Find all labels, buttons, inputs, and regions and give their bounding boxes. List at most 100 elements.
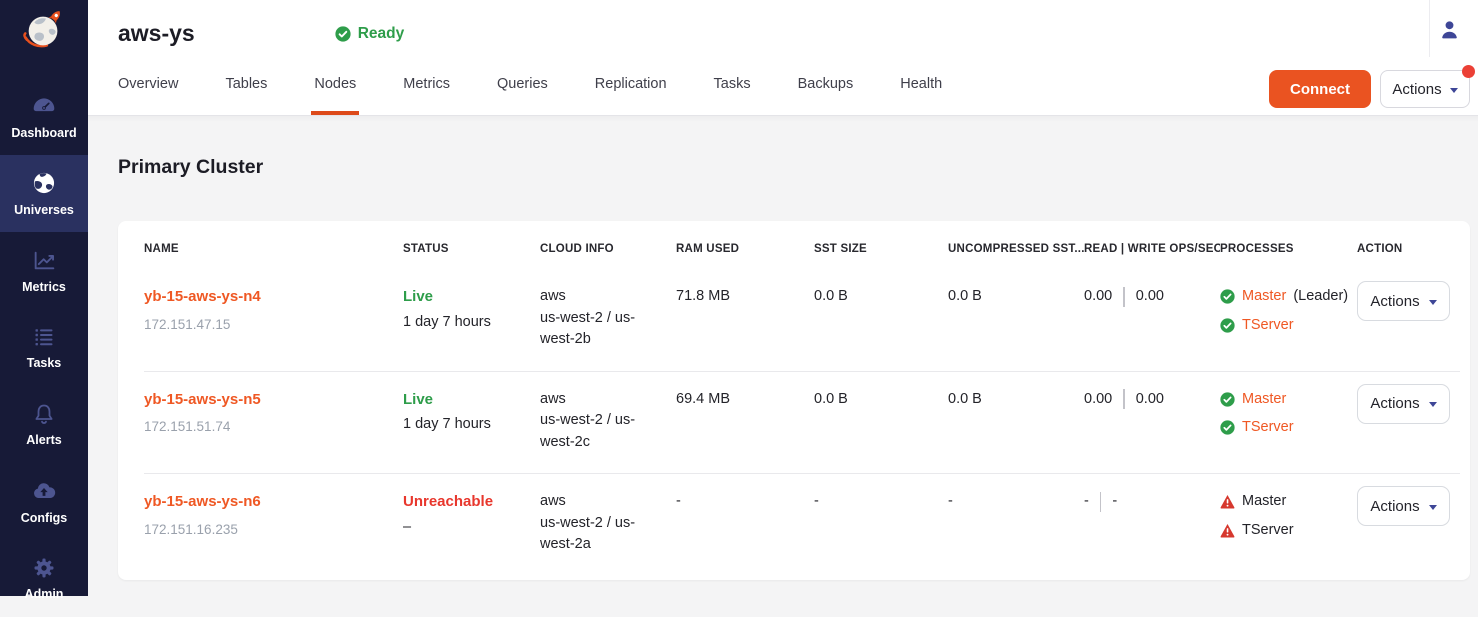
- process-master-link[interactable]: Master: [1242, 286, 1286, 308]
- tab-queries[interactable]: Queries: [497, 76, 548, 115]
- speedometer-icon: [31, 93, 57, 119]
- tab-overview[interactable]: Overview: [118, 76, 178, 115]
- main-area: aws-ys Ready Overview: [88, 0, 1478, 596]
- user-profile-button[interactable]: [1438, 18, 1461, 46]
- node-ip: 172.151.51.74: [144, 416, 395, 438]
- node-read-write-ops: 0.00 0.00: [1084, 389, 1212, 411]
- node-actions-button[interactable]: Actions: [1357, 384, 1450, 424]
- tab-nodes[interactable]: Nodes: [314, 76, 356, 115]
- col-read-write-ops: READ | WRITE OPS/SEC: [1084, 221, 1220, 269]
- check-circle-icon: [1220, 392, 1235, 407]
- section-title: Primary Cluster: [118, 156, 1470, 179]
- col-ram-used: RAM USED: [676, 221, 814, 269]
- tab-metrics[interactable]: Metrics: [403, 76, 450, 115]
- node-uncompressed-sst: 0.0 B: [948, 371, 1084, 474]
- table-row: yb-15-aws-ys-n5 172.151.51.74 Live 1 day…: [144, 371, 1460, 474]
- tab-replication[interactable]: Replication: [595, 76, 667, 115]
- warning-triangle-icon: [1220, 494, 1235, 509]
- sidebar-item-universes[interactable]: Universes: [0, 155, 88, 232]
- user-icon: [1438, 18, 1461, 41]
- sidebar-nav: Dashboard Universes: [0, 78, 88, 617]
- tab-tasks[interactable]: Tasks: [714, 76, 751, 115]
- nodes-table: NAME STATUS CLOUD INFO RAM USED SST SIZE…: [144, 221, 1460, 576]
- node-ram-used: 69.4 MB: [676, 371, 814, 474]
- node-name-link[interactable]: yb-15-aws-ys-n6: [144, 491, 395, 513]
- node-region-az: us-west-2 / us-west-2c: [540, 410, 640, 453]
- sidebar-item-metrics[interactable]: Metrics: [0, 232, 88, 309]
- chart-icon: [32, 248, 57, 273]
- chevron-down-icon: [1429, 402, 1437, 407]
- gear-icon: [32, 556, 56, 580]
- sidebar-item-label: Metrics: [22, 280, 66, 294]
- process-master: Master: [1220, 389, 1349, 411]
- app-logo[interactable]: [0, 0, 88, 54]
- check-circle-icon: [335, 26, 351, 42]
- node-region-az: us-west-2 / us-west-2b: [540, 308, 640, 351]
- globe-icon: [31, 170, 57, 196]
- node-uptime: 1 day 7 hours: [403, 312, 532, 334]
- universe-title: aws-ys: [118, 20, 195, 47]
- sidebar-item-label: Tasks: [27, 356, 62, 370]
- node-cloud-provider: aws: [540, 491, 668, 513]
- header-divider: [1429, 0, 1430, 57]
- notification-dot: [1462, 65, 1475, 78]
- node-name-link[interactable]: yb-15-aws-ys-n4: [144, 286, 395, 308]
- col-uncompressed-sst: UNCOMPRESSED SST...: [948, 221, 1084, 269]
- ops-separator: [1123, 389, 1125, 409]
- sidebar-item-dashboard[interactable]: Dashboard: [0, 78, 88, 155]
- sidebar-item-label: Dashboard: [11, 126, 76, 140]
- node-ip: 172.151.16.235: [144, 519, 395, 541]
- sidebar-item-label: Admin: [25, 587, 64, 601]
- check-circle-icon: [1220, 420, 1235, 435]
- universe-actions-button[interactable]: Actions: [1380, 70, 1470, 108]
- node-ram-used: -: [676, 474, 814, 576]
- process-tserver-link[interactable]: TServer: [1242, 315, 1294, 337]
- node-read-write-ops: 0.00 0.00: [1084, 286, 1212, 308]
- node-actions-button[interactable]: Actions: [1357, 281, 1450, 321]
- node-region-az: us-west-2 / us-west-2a: [540, 513, 640, 556]
- app-root: Dashboard Universes: [0, 0, 1478, 596]
- node-cloud-provider: aws: [540, 389, 668, 411]
- tab-health[interactable]: Health: [900, 76, 942, 115]
- table-header-row: NAME STATUS CLOUD INFO RAM USED SST SIZE…: [144, 221, 1460, 269]
- process-master: Master: [1220, 491, 1349, 513]
- node-actions-label: Actions: [1370, 395, 1419, 412]
- node-actions-button[interactable]: Actions: [1357, 486, 1450, 526]
- node-status: Live: [403, 389, 532, 411]
- universe-header: aws-ys Ready Overview: [88, 0, 1478, 116]
- node-name-link[interactable]: yb-15-aws-ys-n5: [144, 389, 395, 411]
- write-ops: 0.00: [1136, 389, 1164, 411]
- sidebar: Dashboard Universes: [0, 0, 88, 596]
- universe-status-label: Ready: [358, 25, 405, 43]
- process-master-label: Master: [1242, 491, 1286, 513]
- universe-actions-label: Actions: [1392, 81, 1441, 98]
- check-circle-icon: [1220, 318, 1235, 333]
- node-sst-size: 0.0 B: [814, 269, 948, 371]
- node-uncompressed-sst: -: [948, 474, 1084, 576]
- tab-backups[interactable]: Backups: [798, 76, 854, 115]
- process-tserver-label: TServer: [1242, 520, 1294, 542]
- process-leader-suffix: (Leader): [1293, 286, 1348, 308]
- sidebar-item-admin[interactable]: Admin: [0, 540, 88, 617]
- sidebar-item-alerts[interactable]: Alerts: [0, 386, 88, 463]
- col-processes: PROCESSES: [1220, 221, 1357, 269]
- sidebar-item-label: Universes: [14, 203, 74, 217]
- node-status: Unreachable: [403, 491, 532, 513]
- node-status: Live: [403, 286, 532, 308]
- sidebar-item-tasks[interactable]: Tasks: [0, 309, 88, 386]
- process-tserver: TServer: [1220, 520, 1349, 542]
- tab-tables[interactable]: Tables: [225, 76, 267, 115]
- node-uncompressed-sst: 0.0 B: [948, 269, 1084, 371]
- bell-icon: [32, 402, 56, 426]
- read-ops: 0.00: [1084, 286, 1112, 308]
- col-cloud-info: CLOUD INFO: [540, 221, 676, 269]
- node-uptime: 1 day 7 hours: [403, 414, 532, 436]
- read-ops: 0.00: [1084, 389, 1112, 411]
- process-tserver-link[interactable]: TServer: [1242, 417, 1294, 439]
- process-master-link[interactable]: Master: [1242, 389, 1286, 411]
- chevron-down-icon: [1450, 88, 1458, 93]
- sidebar-item-configs[interactable]: Configs: [0, 463, 88, 540]
- table-row: yb-15-aws-ys-n4 172.151.47.15 Live 1 day…: [144, 269, 1460, 371]
- connect-button[interactable]: Connect: [1269, 70, 1371, 108]
- col-name: NAME: [144, 221, 403, 269]
